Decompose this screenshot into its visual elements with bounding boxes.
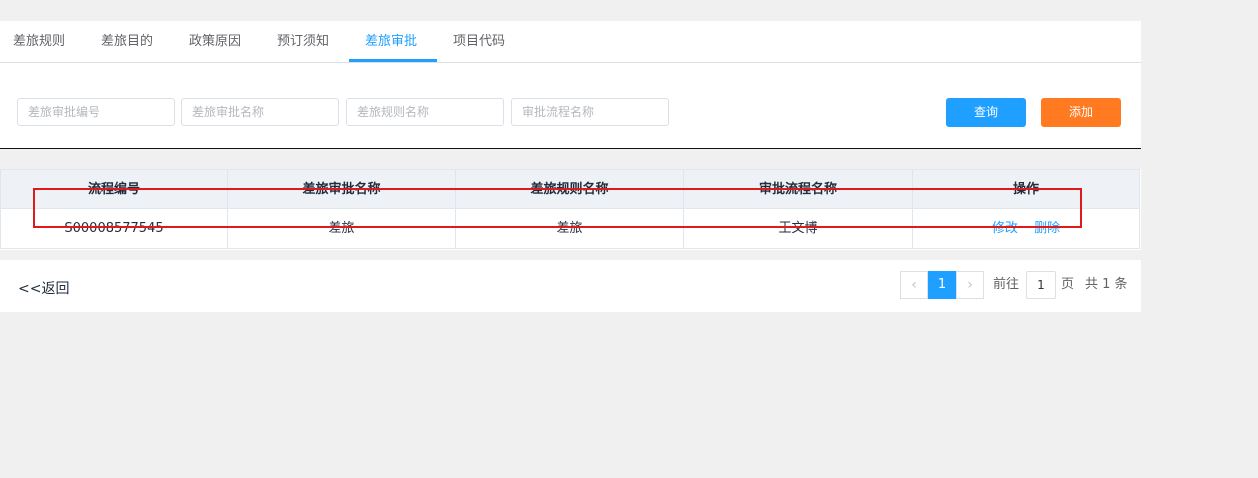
tab-booking-notice[interactable]: 预订须知: [277, 21, 329, 62]
edit-link[interactable]: 修改: [992, 221, 1018, 236]
section-gap-bottom: [0, 250, 1141, 260]
total-count-label: 共 1 条: [1085, 277, 1128, 292]
back-link[interactable]: <<返回: [18, 278, 69, 298]
search-button[interactable]: 查询: [946, 98, 1026, 127]
tab-travel-purpose[interactable]: 差旅目的: [101, 21, 153, 62]
tab-policy-reason[interactable]: 政策原因: [189, 21, 241, 62]
section-gap: [0, 149, 1141, 169]
add-button[interactable]: 添加: [1041, 98, 1121, 127]
column-header-approval-name: 差旅审批名称: [228, 170, 456, 210]
column-header-flow-name: 审批流程名称: [684, 170, 913, 210]
column-header-actions: 操作: [1012, 182, 1039, 197]
cell-flow-name: 王文博: [684, 209, 913, 248]
rule-name-input[interactable]: [346, 98, 504, 126]
flow-name-input[interactable]: [511, 98, 669, 126]
column-header-rule-name: 差旅规则名称: [456, 170, 684, 210]
delete-link[interactable]: 删除: [1034, 221, 1060, 236]
prev-page-icon[interactable]: ‹: [900, 271, 928, 299]
goto-label: 前往: [993, 277, 1020, 292]
column-header-code: 流程编号: [1, 170, 228, 210]
cell-actions: 修改 删除: [913, 209, 1139, 248]
goto-page-input[interactable]: [1026, 271, 1056, 299]
tab-bar: 差旅规则 差旅目的 政策原因 预订须知 差旅审批 项目代码: [0, 21, 1141, 63]
table-row: S00008577545 差旅 差旅 王文博 修改 删除: [0, 209, 1140, 249]
tab-travel-rules[interactable]: 差旅规则: [13, 21, 65, 62]
table-header: 流程编号 差旅审批名称 差旅规则名称 审批流程名称 操作: [0, 169, 1140, 210]
cell-approval-name: 差旅: [228, 209, 456, 248]
next-page-icon[interactable]: ›: [956, 271, 984, 299]
page-number-current[interactable]: 1: [928, 271, 956, 299]
approval-code-input[interactable]: [17, 98, 175, 126]
cell-code: S00008577545: [1, 209, 228, 248]
active-tab-indicator: [349, 59, 437, 62]
page-suffix-label: 页: [1061, 277, 1075, 292]
cell-rule-name: 差旅: [456, 209, 684, 248]
approval-name-input[interactable]: [181, 98, 339, 126]
approval-table: 流程编号 差旅审批名称 差旅规则名称 审批流程名称 操作 S0000857754…: [0, 169, 1141, 249]
tab-travel-approval[interactable]: 差旅审批: [365, 21, 417, 62]
main-panel: 差旅规则 差旅目的 政策原因 预订须知 差旅审批 项目代码 查询 添加 流程编号…: [0, 21, 1141, 312]
tab-project-code[interactable]: 项目代码: [453, 21, 505, 62]
